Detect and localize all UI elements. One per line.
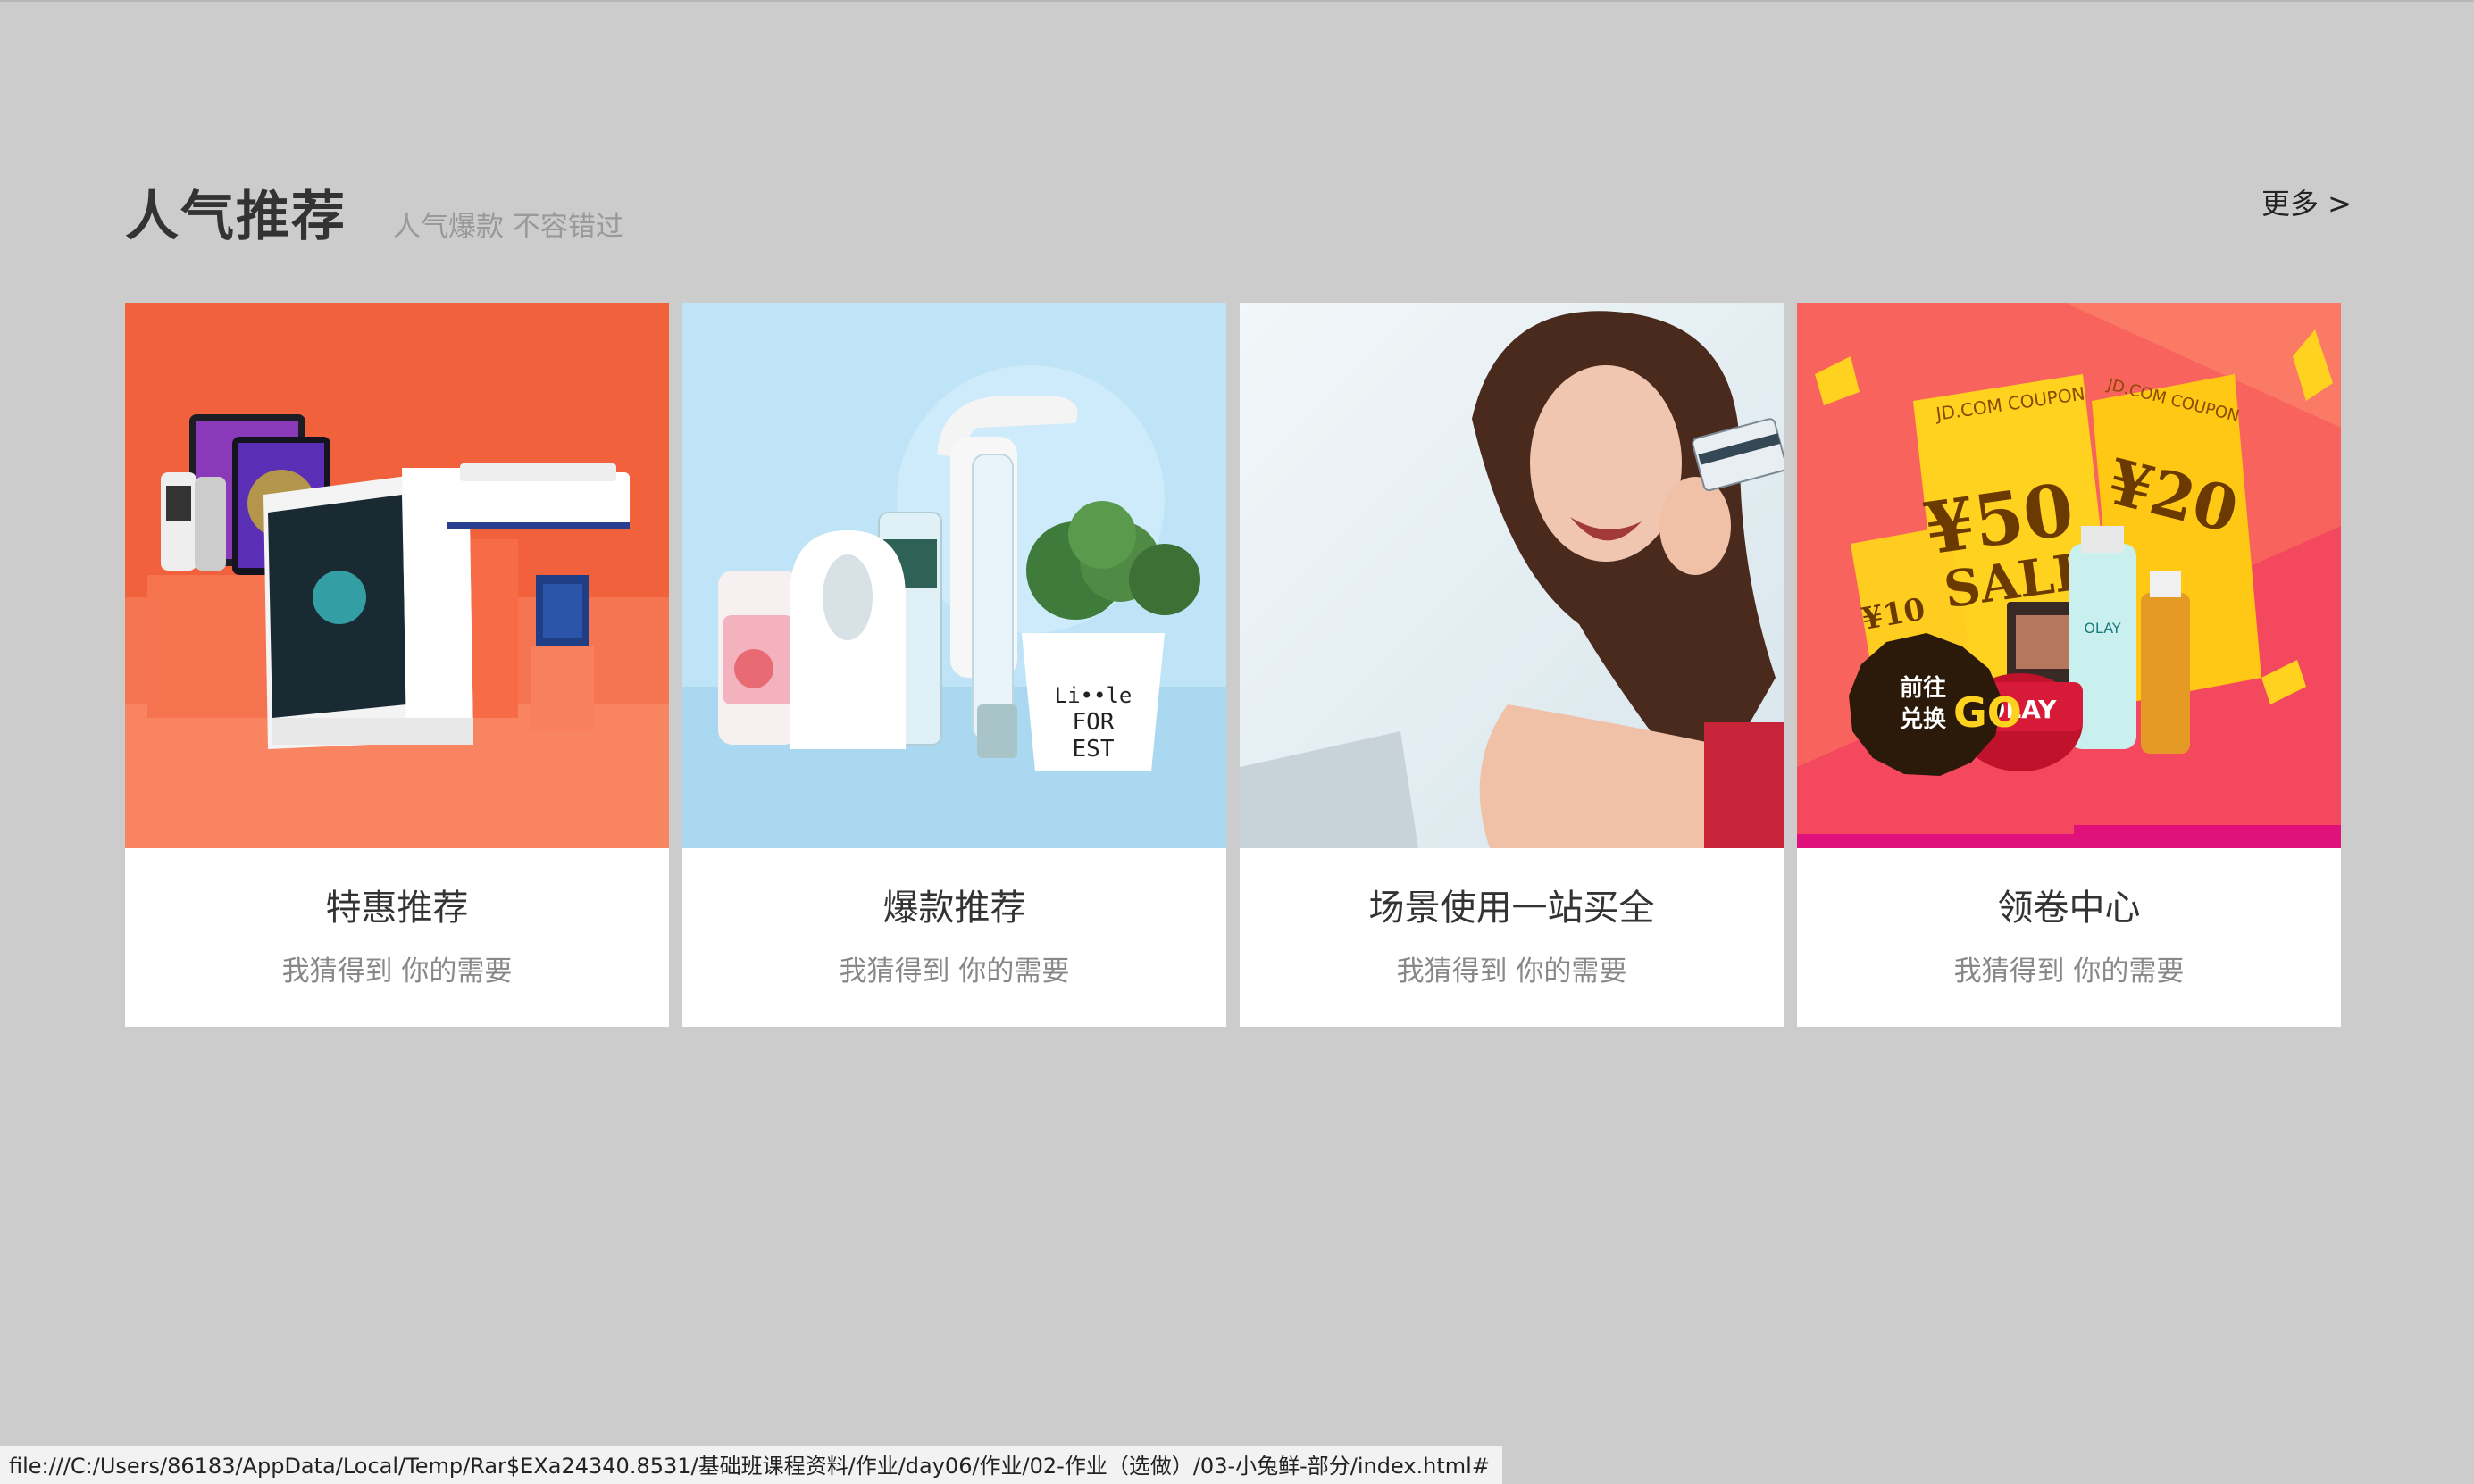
more-link[interactable]: 更多 > <box>2261 186 2352 221</box>
card-one-stop-shopping[interactable]: 场景使用一站买全 我猜得到 你的需要 <box>1240 303 1784 1027</box>
svg-text:Li••le: Li••le <box>1055 683 1133 708</box>
card-coupon-center[interactable]: JD.COM COUPON ¥50 SALE JD.COM COUPON ¥20… <box>1797 303 2341 1027</box>
page: 人气推荐 人气爆款 不容错过 更多 > 特惠推荐 我猜得到 你的需要 Li••l… <box>0 0 2474 1484</box>
svg-text:兑换: 兑换 <box>1900 706 1947 733</box>
card-title: 特惠推荐 <box>325 888 469 929</box>
card-title: 领卷中心 <box>1997 888 2141 929</box>
card-hot-items[interactable]: Li••le FOR EST 爆款推荐 我猜得到 你的需要 <box>682 303 1226 1027</box>
coupon-center-image[interactable]: JD.COM COUPON ¥50 SALE JD.COM COUPON ¥20… <box>1797 303 2341 848</box>
home-appliances-image[interactable]: Li••le FOR EST <box>682 303 1226 848</box>
section-title: 人气推荐 <box>125 186 347 248</box>
card-description: 我猜得到 你的需要 <box>281 955 513 988</box>
section-subtitle: 人气爆款 不容错过 <box>393 211 623 243</box>
electronics-products-image[interactable] <box>125 303 669 848</box>
card-description: 我猜得到 你的需要 <box>839 955 1070 988</box>
product-card-list: 特惠推荐 我猜得到 你的需要 Li••le FOR EST 爆款推荐 我猜得到 … <box>125 303 2342 1027</box>
woman-with-credit-card-image[interactable] <box>1240 303 1784 848</box>
card-special-offers[interactable]: 特惠推荐 我猜得到 你的需要 <box>125 303 669 1027</box>
svg-text:前往: 前往 <box>1900 674 1946 702</box>
svg-text:OLAY: OLAY <box>2084 620 2121 637</box>
svg-text:EST: EST <box>1073 736 1115 763</box>
card-description: 我猜得到 你的需要 <box>1396 955 1627 988</box>
status-bar-url: file:///C:/Users/86183/AppData/Local/Tem… <box>0 1446 1503 1484</box>
card-description: 我猜得到 你的需要 <box>1953 955 2185 988</box>
svg-text:GO: GO <box>1953 688 2022 737</box>
svg-text:FOR: FOR <box>1073 709 1115 736</box>
card-title: 爆款推荐 <box>882 888 1026 929</box>
card-title: 场景使用一站买全 <box>1368 888 1655 929</box>
